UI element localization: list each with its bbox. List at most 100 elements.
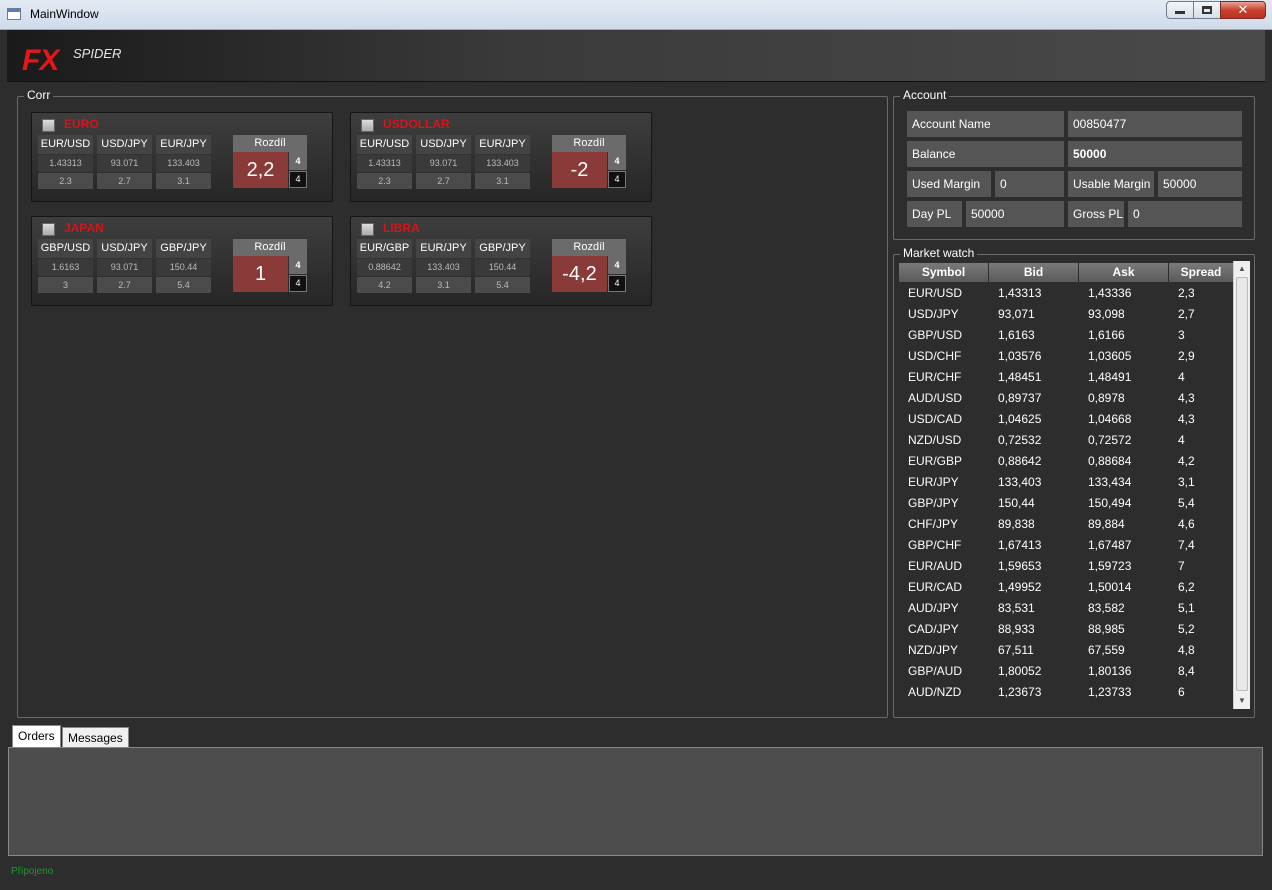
table-row[interactable]: EUR/CHF 1,48451 1,48491 4 xyxy=(899,367,1234,388)
cell-symbol: AUD/JPY xyxy=(908,601,959,615)
cell-symbol: GBP/CHF xyxy=(908,538,962,552)
cell-spread: 2,7 xyxy=(1178,307,1195,321)
column-header-ask[interactable]: Ask xyxy=(1079,263,1169,282)
account-title: Account xyxy=(900,88,950,102)
pair-column: GBP/JPY 150.44 5.4 xyxy=(156,239,211,293)
scroll-up-icon[interactable]: ▲ xyxy=(1234,261,1250,277)
card-checkbox[interactable] xyxy=(42,119,55,132)
cell-spread: 2,9 xyxy=(1178,349,1195,363)
cell-bid: 0,89737 xyxy=(998,391,1042,405)
rozdil-count-bottom: 4 xyxy=(608,275,626,292)
rozdil-count-bottom: 4 xyxy=(289,275,307,292)
table-row[interactable]: USD/CAD 1,04625 1,04668 4,3 xyxy=(899,409,1234,430)
used-margin-label: Used Margin xyxy=(907,171,991,197)
market-watch-scrollbar[interactable]: ▲ ▼ xyxy=(1233,261,1250,709)
pair-spread: 3 xyxy=(38,277,93,293)
table-row[interactable]: EUR/USD 1,43313 1,43336 2,3 xyxy=(899,283,1234,304)
cell-symbol: AUD/NZD xyxy=(908,685,962,699)
window-icon xyxy=(7,8,21,20)
cell-symbol: EUR/GBP xyxy=(908,454,963,468)
card-checkbox[interactable] xyxy=(361,119,374,132)
cell-spread: 6 xyxy=(1178,685,1185,699)
rozdil-count-bottom: 4 xyxy=(289,171,307,188)
market-watch-header: Symbol Bid Ask Spread xyxy=(899,263,1234,282)
cell-symbol: EUR/CAD xyxy=(908,580,963,594)
table-row[interactable]: GBP/USD 1,6163 1,6166 3 xyxy=(899,325,1234,346)
cell-bid: 1,6163 xyxy=(998,328,1035,342)
table-row[interactable]: GBP/JPY 150,44 150,494 5,4 xyxy=(899,493,1234,514)
pair-column: EUR/USD 1.43313 2.3 xyxy=(357,135,412,189)
table-row[interactable]: EUR/JPY 133,403 133,434 3,1 xyxy=(899,472,1234,493)
balance-label: Balance xyxy=(907,141,1064,167)
cell-ask: 1,23733 xyxy=(1088,685,1132,699)
table-row[interactable]: CHF/JPY 89,838 89,884 4,6 xyxy=(899,514,1234,535)
cell-ask: 1,50014 xyxy=(1088,580,1132,594)
maximize-button[interactable] xyxy=(1193,1,1220,19)
rozdil-box: Rozdíl 2,2 4 4 xyxy=(233,135,307,188)
table-row[interactable]: EUR/CAD 1,49952 1,50014 6,2 xyxy=(899,577,1234,598)
cell-symbol: EUR/AUD xyxy=(908,559,963,573)
cell-symbol: GBP/USD xyxy=(908,328,963,342)
card-checkbox[interactable] xyxy=(42,223,55,236)
day-pl-value: 50000 xyxy=(966,201,1064,227)
card-checkbox[interactable] xyxy=(361,223,374,236)
pair-column: GBP/JPY 150.44 5.4 xyxy=(475,239,530,293)
tab-messages[interactable]: Messages xyxy=(62,727,129,749)
market-watch-group: Market watch Symbol Bid Ask Spread EUR/U… xyxy=(893,246,1255,718)
column-header-bid[interactable]: Bid xyxy=(989,263,1079,282)
cell-symbol: NZD/USD xyxy=(908,433,962,447)
window-title: MainWindow xyxy=(30,7,99,21)
table-row[interactable]: AUD/JPY 83,531 83,582 5,1 xyxy=(899,598,1234,619)
scroll-down-icon[interactable]: ▼ xyxy=(1234,693,1250,709)
cell-bid: 88,933 xyxy=(998,622,1035,636)
table-row[interactable]: EUR/AUD 1,59653 1,59723 7 xyxy=(899,556,1234,577)
cell-spread: 2,3 xyxy=(1178,286,1195,300)
table-row[interactable]: GBP/AUD 1,80052 1,80136 8,4 xyxy=(899,661,1234,682)
pair-price: 133.403 xyxy=(416,259,471,276)
table-row[interactable]: AUD/NZD 1,23673 1,23733 6 xyxy=(899,682,1234,703)
cell-bid: 133,403 xyxy=(998,475,1042,489)
table-row[interactable]: USD/CHF 1,03576 1,03605 2,9 xyxy=(899,346,1234,367)
pair-price: 1.43313 xyxy=(38,155,93,172)
cell-spread: 5,2 xyxy=(1178,622,1195,636)
tab-orders[interactable]: Orders xyxy=(12,725,61,749)
pair-column: EUR/USD 1.43313 2.3 xyxy=(38,135,93,189)
cell-bid: 67,511 xyxy=(998,643,1034,657)
table-row[interactable]: CAD/JPY 88,933 88,985 5,2 xyxy=(899,619,1234,640)
cell-symbol: EUR/USD xyxy=(908,286,963,300)
scroll-thumb[interactable] xyxy=(1236,277,1248,691)
table-row[interactable]: NZD/JPY 67,511 67,559 4,8 xyxy=(899,640,1234,661)
cell-bid: 0,72532 xyxy=(998,433,1042,447)
rozdil-count-top: 4 xyxy=(608,256,626,274)
table-row[interactable]: USD/JPY 93,071 93,098 2,7 xyxy=(899,304,1234,325)
cell-symbol: CAD/JPY xyxy=(908,622,959,636)
column-header-symbol[interactable]: Symbol xyxy=(899,263,989,282)
rozdil-value: -2 xyxy=(552,152,607,188)
day-pl-label: Day PL xyxy=(907,201,962,227)
cell-bid: 1,23673 xyxy=(998,685,1042,699)
cell-bid: 1,48451 xyxy=(998,370,1042,384)
cell-symbol: EUR/JPY xyxy=(908,475,959,489)
pair-spread: 2.3 xyxy=(38,173,93,189)
table-row[interactable]: GBP/CHF 1,67413 1,67487 7,4 xyxy=(899,535,1234,556)
cell-spread: 4,8 xyxy=(1178,643,1195,657)
pair-column: USD/JPY 93.071 2.7 xyxy=(416,135,471,189)
pair-price: 133.403 xyxy=(475,155,530,172)
gross-pl-value: 0 xyxy=(1128,201,1242,227)
table-row[interactable]: NZD/USD 0,72532 0,72572 4 xyxy=(899,430,1234,451)
minimize-button[interactable] xyxy=(1166,1,1193,19)
close-button[interactable]: ✕ xyxy=(1220,1,1266,19)
pair-price: 1.6163 xyxy=(38,259,93,276)
cell-bid: 83,531 xyxy=(998,601,1035,615)
cell-spread: 5,1 xyxy=(1178,601,1195,615)
pair-spread: 2.7 xyxy=(416,173,471,189)
cell-spread: 5,4 xyxy=(1178,496,1195,510)
cell-bid: 0,88642 xyxy=(998,454,1042,468)
pair-symbol: EUR/JPY xyxy=(156,135,211,154)
table-row[interactable]: AUD/USD 0,89737 0,8978 4,3 xyxy=(899,388,1234,409)
table-row[interactable]: EUR/GBP 0,88642 0,88684 4,2 xyxy=(899,451,1234,472)
pair-symbol: GBP/JPY xyxy=(475,239,530,258)
rozdil-label: Rozdíl xyxy=(552,135,626,152)
cell-ask: 133,434 xyxy=(1088,475,1132,489)
column-header-spread[interactable]: Spread xyxy=(1169,263,1234,282)
